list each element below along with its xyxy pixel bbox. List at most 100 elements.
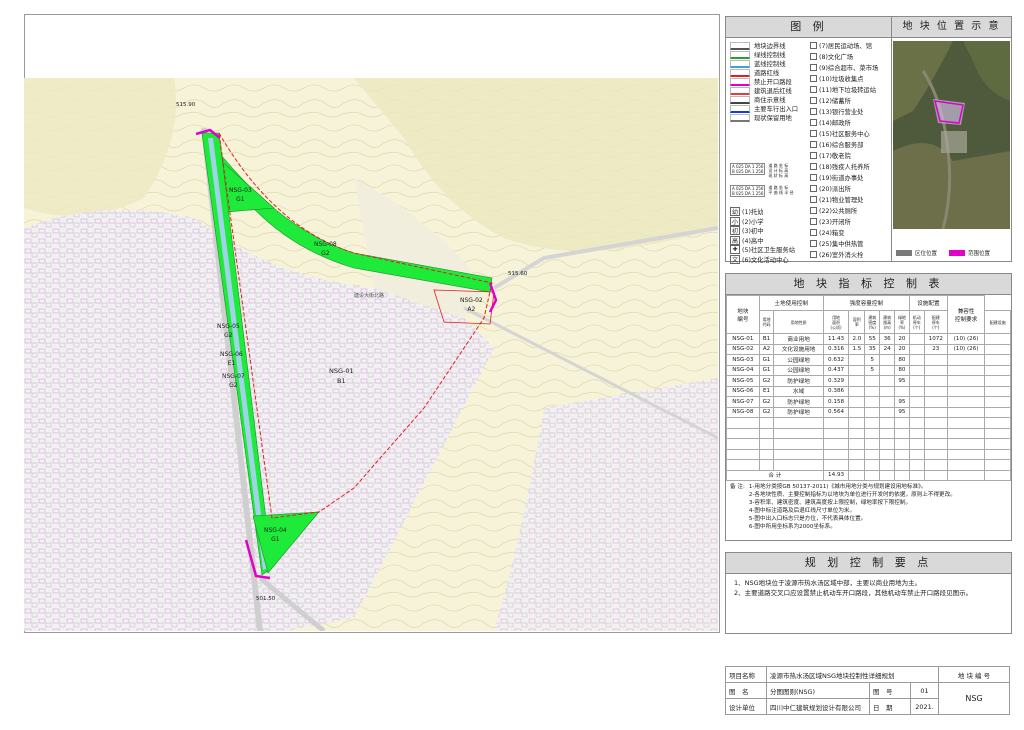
table-cell [864, 385, 881, 397]
table-cell: 0.329 [822, 375, 850, 387]
table-header-row: 地块 编号 土地使用控制 强度容量控制 设施配置 兼容性 控制要求 [726, 295, 1011, 334]
table-cell [923, 417, 948, 429]
note-item: 4-图中标注道路及后退红线尺寸单位为米。 [748, 508, 856, 514]
legend-line-item: 蓝线控制线 [730, 59, 785, 68]
table-cell: 95 [894, 396, 910, 408]
table-cell [758, 427, 775, 439]
facility-icon: 小 [730, 216, 740, 226]
facility-label: (14)邮政所 [819, 120, 851, 127]
total-value: 14.93 [822, 469, 850, 481]
table-cell [879, 375, 896, 387]
facility-icon: 高 [730, 235, 740, 245]
table-cell [848, 385, 866, 397]
table-cell [848, 417, 866, 429]
table-cell [894, 459, 910, 471]
designer-name: 四川中仁建筑规划设计有限公司 [766, 698, 870, 715]
road-note-label: 道 路 坐 标 设 计 标 高 现 状 标 高 [768, 163, 789, 178]
facility-label: (10)垃圾收集点 [819, 76, 864, 83]
table-cell [848, 364, 866, 376]
table-cell [984, 385, 1011, 397]
table-cell [984, 333, 1011, 345]
facility-label: (15)社区服务中心 [819, 131, 870, 138]
table-cell: NSG-08 [726, 406, 760, 418]
table-cell [864, 469, 881, 481]
table-cell [773, 427, 824, 439]
table-cell: 36 [879, 333, 896, 345]
table-cell [923, 448, 948, 460]
table-cell: 23 [923, 343, 948, 355]
facility-icon [810, 130, 817, 137]
table-cell: 55 [864, 333, 881, 345]
table-cell: NSG-03 [726, 354, 760, 366]
table-cell: 20 [894, 333, 910, 345]
legend-line-swatch [730, 77, 750, 86]
table-row-empty [726, 417, 1011, 429]
facility-label: (5)社区卫生服务站 [742, 247, 795, 254]
facility-label: (20)派出所 [819, 186, 851, 193]
table-cell: NSG-05 [726, 375, 760, 387]
table-cell [908, 448, 925, 460]
table-cell [864, 459, 881, 471]
sub-header: 用地 面积 (公顷) [822, 310, 850, 334]
table-cell [894, 469, 910, 481]
facility-icon [810, 174, 817, 181]
facility-label: (1)托幼 [742, 209, 764, 216]
table-cell [984, 469, 1011, 481]
table-cell [822, 459, 850, 471]
legend-facility: (26)室外消火栓 [810, 250, 863, 259]
table-cell: (10) (26) [946, 343, 986, 355]
table-row: NSG-06 E1 水域 0.386 [726, 385, 1011, 397]
table-row-empty [726, 438, 1011, 450]
legend-line-label: 道路红线 [754, 70, 780, 77]
legend-line-swatch [730, 95, 750, 104]
table-row-empty [726, 448, 1011, 460]
note-item: 2-各地块性质、主要控制指标为以地块为单位进行开发时的依据，原则上不得更改。 [748, 492, 956, 498]
table-cell: B1 [758, 333, 775, 345]
facility-label: (9)综合超市、菜市场 [819, 65, 879, 72]
elevation-label: 515.90 [176, 102, 196, 108]
facility-icon [810, 108, 817, 115]
legend-line-item: 禁止开口路段 [730, 77, 792, 86]
table-cell [879, 364, 896, 376]
sub-header: 建筑 密度 (%) [864, 310, 881, 334]
location-legend-label: 区位位置 [915, 251, 938, 257]
legend-line-swatch [730, 59, 750, 68]
table-cell [908, 375, 925, 387]
facility-label: (25)集中供热管 [819, 241, 864, 248]
facility-label: (21)物业管理处 [819, 197, 864, 204]
legend-line-swatch [730, 41, 750, 50]
parcel-label: NSG-07 G2 [222, 373, 245, 389]
facility-icon [810, 196, 817, 203]
table-cell [908, 343, 925, 355]
table-cell [908, 406, 925, 418]
swatch-area [896, 250, 912, 256]
table-cell: G2 [758, 406, 775, 418]
legend-line-swatch [730, 113, 750, 122]
table-cell [864, 438, 881, 450]
designer-label: 设计单位 [725, 698, 767, 715]
table-cell: NSG-01 [726, 333, 760, 345]
table-row: NSG-05 G2 防护绿地 0.329 95 [726, 375, 1011, 387]
table-cell: A2 [758, 343, 775, 355]
table-cell: (10) (26) [946, 333, 986, 345]
table-cell [879, 406, 896, 418]
table-cell [773, 417, 824, 429]
legend-facility: 幼 (1)托幼 [730, 207, 764, 216]
table-cell [908, 417, 925, 429]
table-cell [848, 354, 866, 366]
legend-line-item: 绿线控制线 [730, 50, 785, 59]
requirements-list: 1、NSG地块位于凌源市热水汤区域中部，主要以商业用地为主。 2、主要道路交叉口应… [726, 574, 1011, 602]
table-cell [946, 438, 986, 450]
table-cell: 24 [879, 343, 896, 355]
legend-facility: (8)文化广场 [810, 52, 853, 61]
drawing-number: 01 [910, 682, 939, 699]
elevation-label: 515.60 [508, 271, 528, 277]
legend-facility: (23)开闭所 [810, 217, 851, 226]
table-cell [946, 417, 986, 429]
table-cell: 商业用地 [773, 333, 824, 345]
number-label: 图 号 [869, 682, 911, 699]
legend-line-item: 主要车行出入口 [730, 104, 798, 113]
note-item: 1-用地分类按GB 50137-2011)《城市用地分类与规划建设用地标准》。 [748, 484, 927, 490]
note-item: 3-容积率、建筑密度、建筑高度按上限控制，绿地率按下限控制。 [748, 500, 912, 506]
table-cell [726, 459, 760, 471]
